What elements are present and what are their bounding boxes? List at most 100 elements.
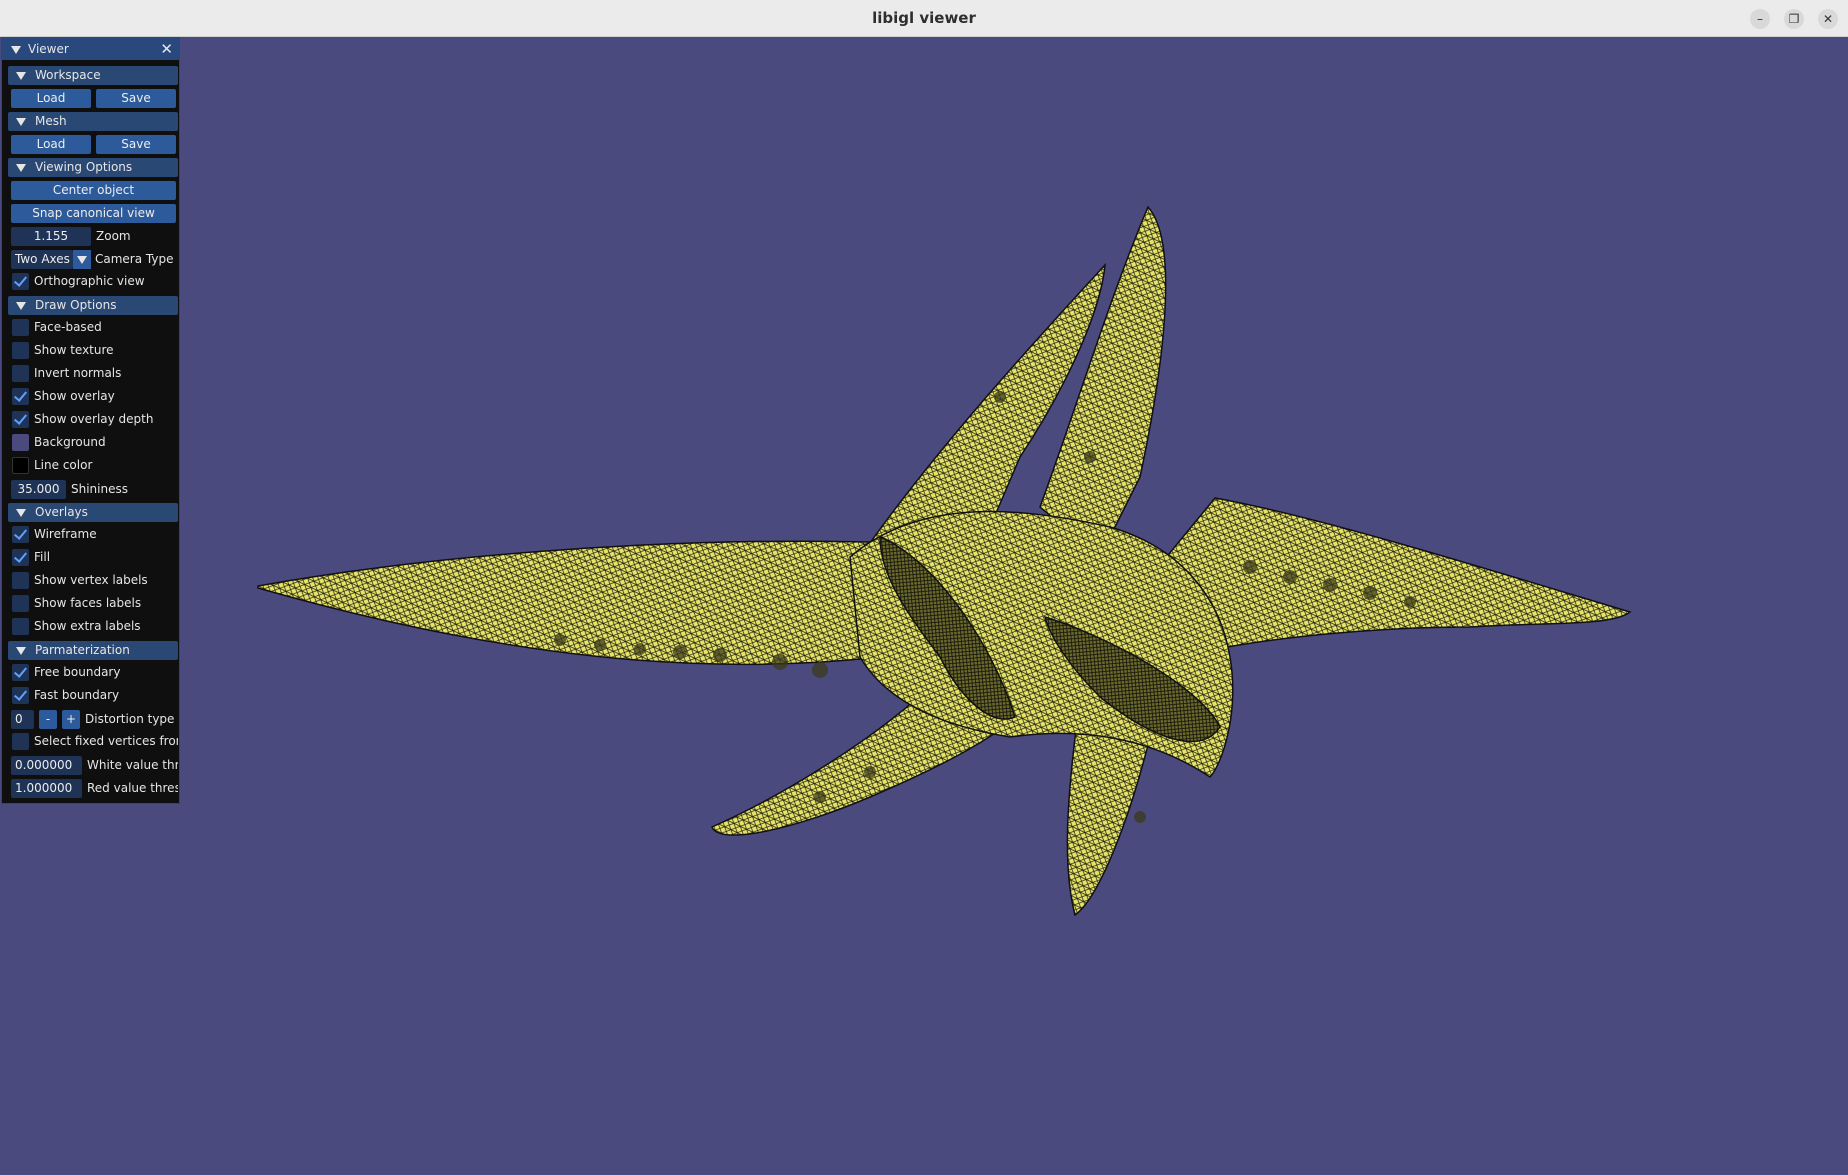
fill-checkbox[interactable]: Fill [8,549,178,568]
checkbox-box[interactable] [12,365,29,382]
orthographic-view-label: Orthographic view [34,274,145,288]
red-value-threshold-input[interactable]: 1.000000 [11,779,82,798]
header-param-label: Parmaterization [35,643,130,657]
workspace-load-button[interactable]: Load [11,89,91,108]
panel-title: Viewer [28,42,69,56]
checkbox-box[interactable] [12,388,29,405]
restore-button[interactable]: ❐ [1784,9,1804,29]
line-color-picker[interactable]: Line color [8,457,178,476]
checkbox-box[interactable] [12,595,29,612]
expand-triangle-icon [16,72,26,80]
distortion-plus-button[interactable]: + [62,710,80,729]
white-value-threshold-label: White value thresh [87,758,178,772]
snap-canonical-view-button[interactable]: Snap canonical view [11,204,176,223]
checkbox-box[interactable] [12,549,29,566]
line-color-label: Line color [34,458,93,472]
show-extra-labels-label: Show extra labels [34,619,141,633]
expand-triangle-icon [16,302,26,310]
checkbox-box[interactable] [12,411,29,428]
panel-close-icon[interactable]: ✕ [160,40,173,58]
panel-title-bar[interactable]: Viewer ✕ [2,38,179,60]
header-viewing-label: Viewing Options [35,160,133,174]
fast-boundary-label: Fast boundary [34,688,120,702]
show-vertex-labels-checkbox[interactable]: Show vertex labels [8,572,178,591]
checkbox-box[interactable] [12,319,29,336]
background-color-swatch[interactable] [12,434,29,451]
header-parmaterization[interactable]: Parmaterization [8,641,178,660]
red-value-threshold-label: Red value threshol [87,781,178,795]
expand-triangle-icon [16,647,26,655]
header-mesh-label: Mesh [35,114,67,128]
show-overlay-depth-checkbox[interactable]: Show overlay depth [8,411,178,430]
camera-type-combo[interactable]: Two Axes Camera Type [8,250,178,269]
checkbox-box[interactable] [12,664,29,681]
shininess-input[interactable]: 35.000 [11,480,66,499]
zoom-label: Zoom [96,229,131,243]
header-workspace-label: Workspace [35,68,101,82]
viewer-panel: Viewer ✕ Workspace Load Save Mesh Load S… [1,37,180,804]
distortion-type-stepper[interactable]: 0 - + Distortion type (1: [8,710,178,729]
window-title-bar[interactable]: libigl viewer – ❐ ✕ [0,0,1848,37]
distortion-type-label: Distortion type (1: [85,712,178,726]
mesh-render [257,205,1632,917]
show-extra-labels-checkbox[interactable]: Show extra labels [8,618,178,637]
header-draw-options[interactable]: Draw Options [8,296,178,315]
select-fixed-vertices-label: Select fixed vertices from bou [34,734,178,748]
fast-boundary-checkbox[interactable]: Fast boundary [8,687,178,706]
checkbox-box[interactable] [12,687,29,704]
checkbox-box[interactable] [12,526,29,543]
camera-type-value[interactable]: Two Axes [11,250,73,269]
header-workspace[interactable]: Workspace [8,66,178,85]
wireframe-checkbox[interactable]: Wireframe [8,526,178,545]
shininess-label: Shininess [71,482,128,496]
background-label: Background [34,435,106,449]
checkbox-box[interactable] [12,273,29,290]
distortion-minus-button[interactable]: - [39,710,57,729]
mesh-save-button[interactable]: Save [96,135,176,154]
show-overlay-depth-label: Show overlay depth [34,412,154,426]
checkbox-box[interactable] [12,618,29,635]
center-object-button[interactable]: Center object [11,181,176,200]
show-overlay-label: Show overlay [34,389,115,403]
invert-normals-checkbox[interactable]: Invert normals [8,365,178,384]
header-overlays-label: Overlays [35,505,88,519]
mesh-shape [257,205,1632,917]
expand-triangle-icon [16,164,26,172]
white-value-threshold-input[interactable]: 0.000000 [11,756,82,775]
viewer-canvas[interactable] [0,37,1848,1175]
show-faces-labels-label: Show faces labels [34,596,142,610]
collapse-triangle-icon[interactable] [11,46,21,54]
header-draw-label: Draw Options [35,298,117,312]
show-overlay-checkbox[interactable]: Show overlay [8,388,178,407]
close-window-button[interactable]: ✕ [1818,9,1838,29]
checkbox-box[interactable] [12,342,29,359]
header-overlays[interactable]: Overlays [8,503,178,522]
face-based-checkbox[interactable]: Face-based [8,319,178,338]
orthographic-view-checkbox[interactable]: Orthographic view [8,273,178,292]
select-fixed-vertices-checkbox[interactable]: Select fixed vertices from bou [8,733,178,752]
invert-normals-label: Invert normals [34,366,122,380]
distortion-type-input[interactable]: 0 [11,710,34,729]
combo-arrow-icon[interactable] [73,250,91,269]
window-title: libigl viewer [872,9,976,27]
expand-triangle-icon [16,509,26,517]
header-viewing-options[interactable]: Viewing Options [8,158,178,177]
mesh-load-button[interactable]: Load [11,135,91,154]
face-based-label: Face-based [34,320,102,334]
show-texture-checkbox[interactable]: Show texture [8,342,178,361]
camera-type-label: Camera Type [95,252,174,266]
minimize-button[interactable]: – [1750,9,1770,29]
free-boundary-label: Free boundary [34,665,121,679]
background-color-picker[interactable]: Background [8,434,178,453]
line-color-swatch[interactable] [12,457,29,474]
workspace-save-button[interactable]: Save [96,89,176,108]
show-faces-labels-checkbox[interactable]: Show faces labels [8,595,178,614]
show-texture-label: Show texture [34,343,114,357]
show-vertex-labels-label: Show vertex labels [34,573,148,587]
zoom-input[interactable]: 1.155 [11,227,91,246]
free-boundary-checkbox[interactable]: Free boundary [8,664,178,683]
checkbox-box[interactable] [12,733,29,750]
checkbox-box[interactable] [12,572,29,589]
header-mesh[interactable]: Mesh [8,112,178,131]
expand-triangle-icon [16,118,26,126]
